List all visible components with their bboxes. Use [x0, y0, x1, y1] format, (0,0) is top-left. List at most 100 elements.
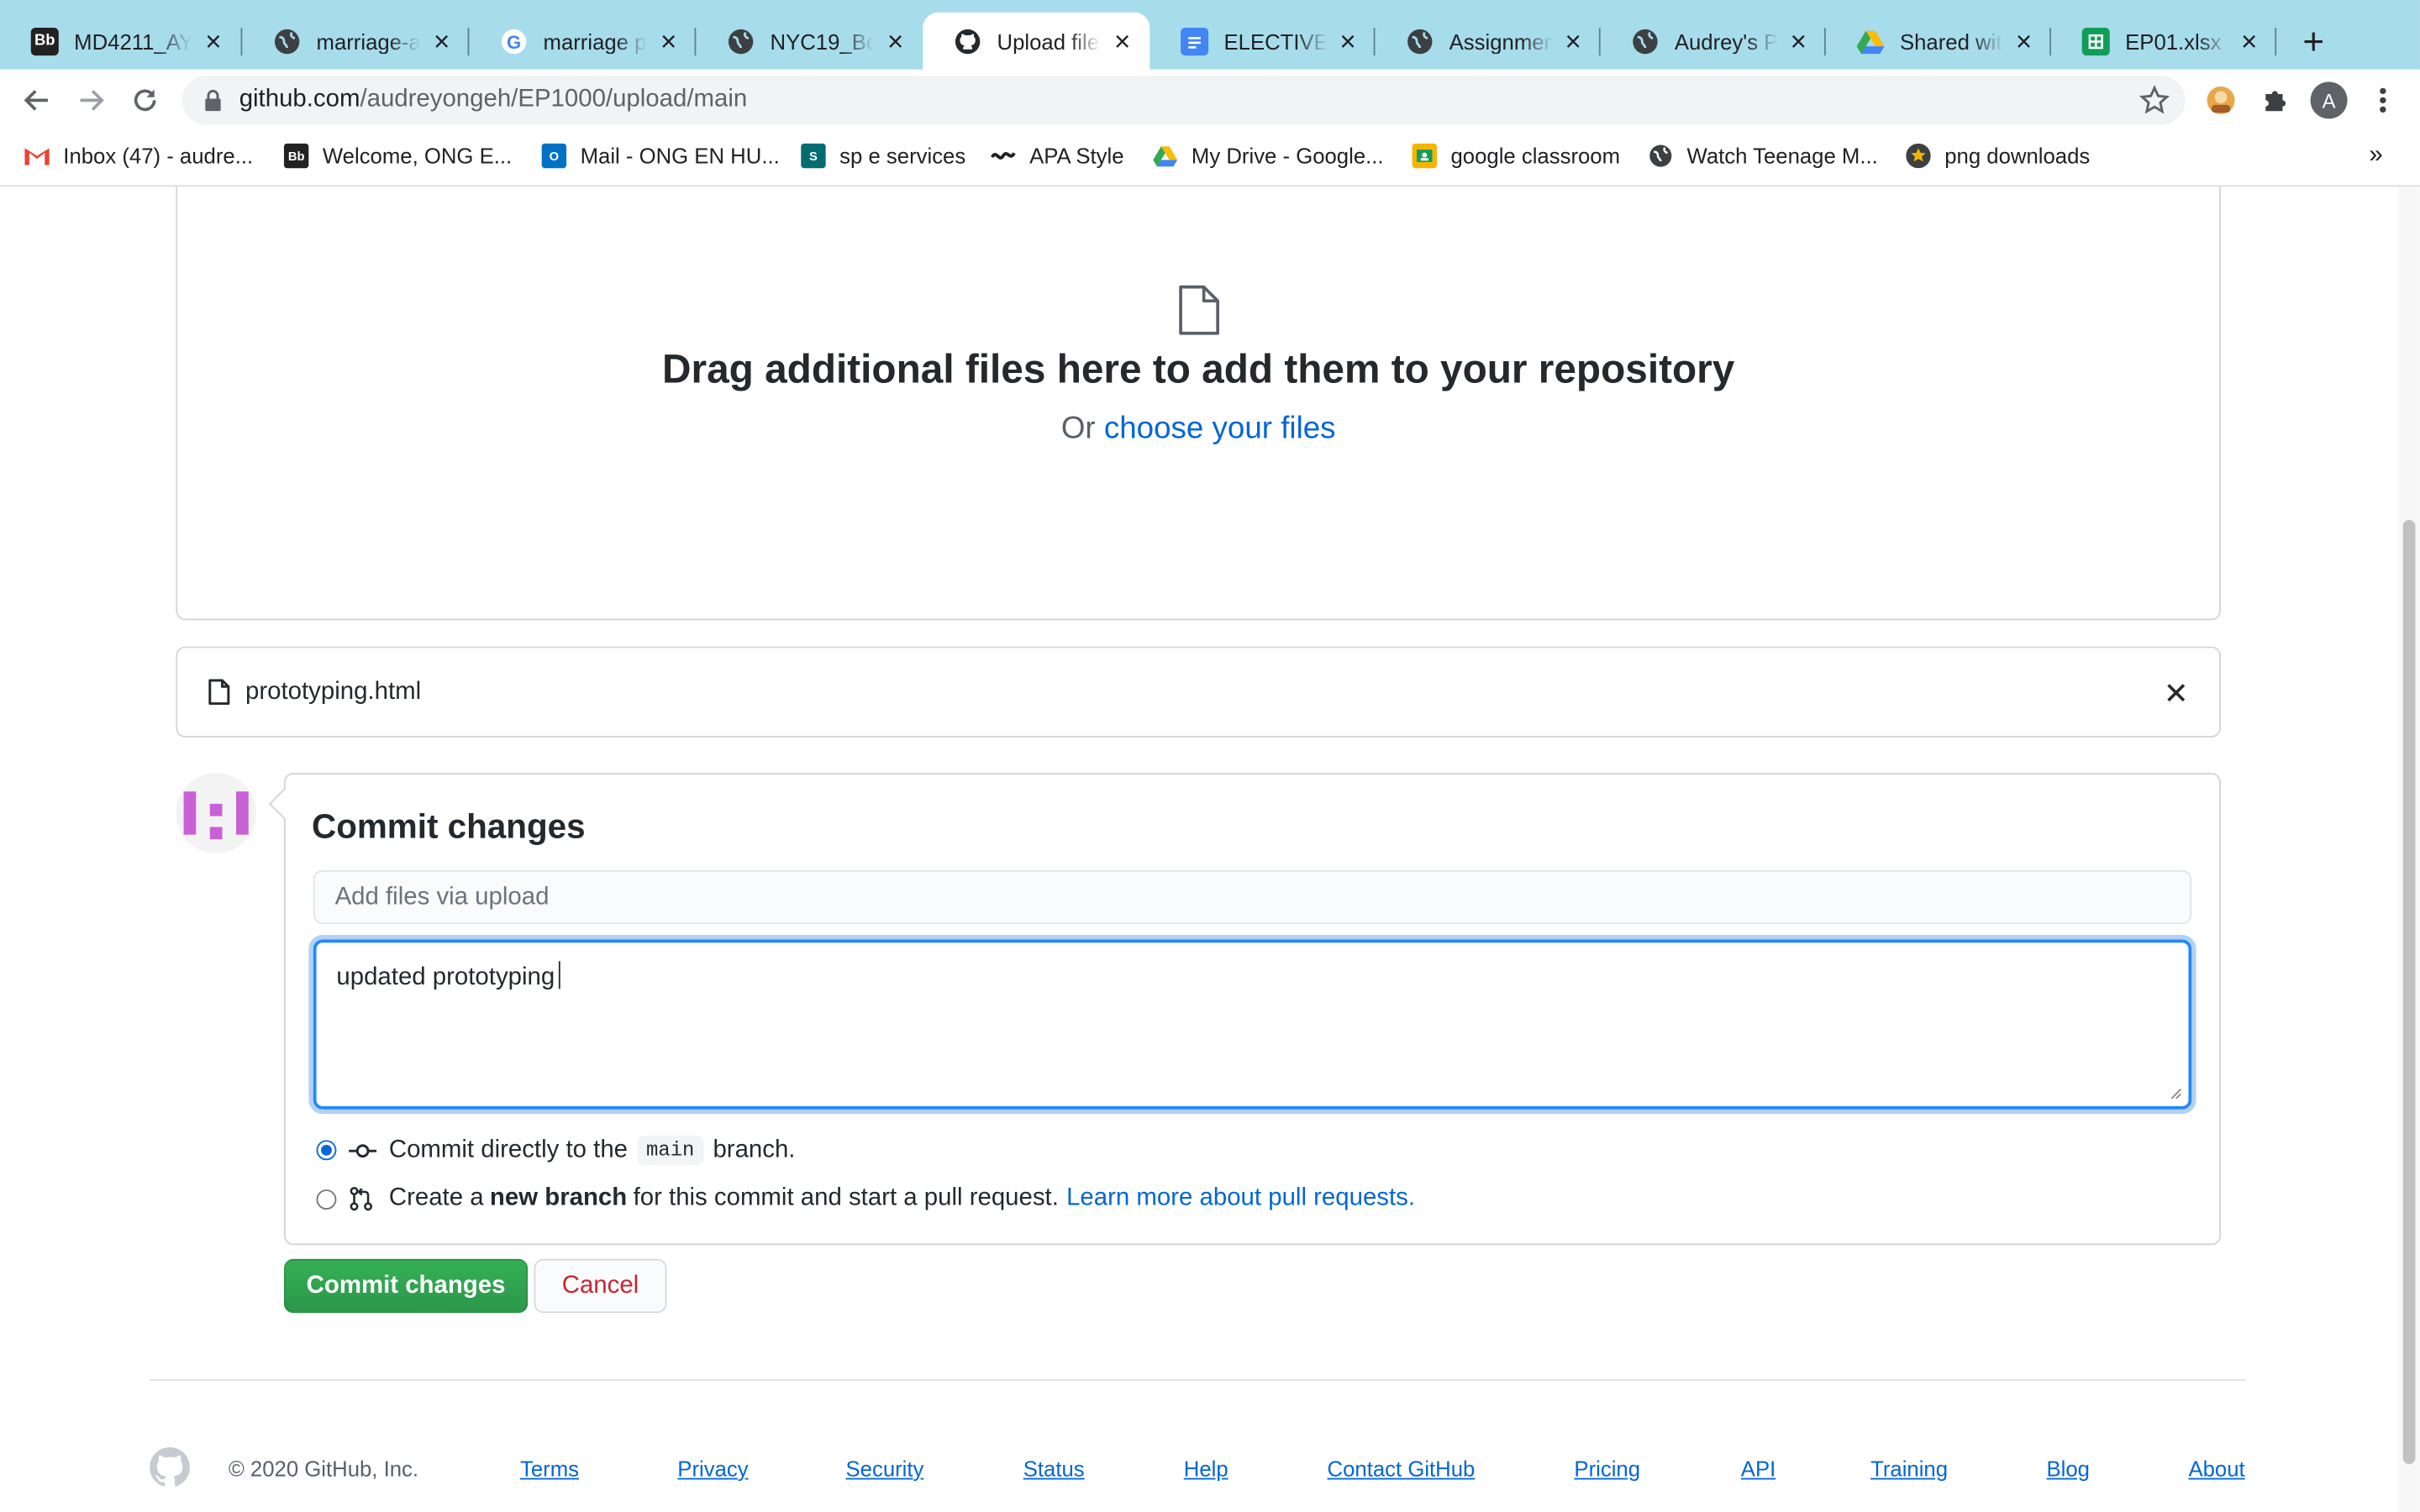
or-text: Or [1060, 412, 1096, 446]
close-tab-icon[interactable]: × [2012, 27, 2035, 55]
extension-avatar-icon[interactable] [2202, 81, 2239, 118]
close-icon [2167, 684, 2186, 702]
option-direct-suffix: branch. [713, 1136, 796, 1163]
google-drive-icon [1856, 27, 1885, 55]
tab-audreys-pro[interactable]: Audrey's Pro × [1601, 13, 1826, 70]
url-path: /audreyongeh/EP1000/upload/main [360, 86, 748, 113]
commit-description-textarea[interactable]: updated prototyping [313, 939, 2192, 1110]
google-sheets-icon [2081, 27, 2110, 55]
close-tab-icon[interactable]: × [2238, 27, 2261, 55]
address-bar[interactable]: github.com/audreyongeh/EP1000/upload/mai… [182, 75, 2186, 125]
bookmark-inbox[interactable]: Inbox (47) - audre... [24, 144, 253, 168]
footer-link-api[interactable]: API [1741, 1457, 1776, 1481]
lock-icon [205, 89, 221, 112]
footer-link-terms[interactable]: Terms [520, 1457, 579, 1481]
forward-button[interactable] [72, 81, 109, 118]
url-domain: github.com [239, 86, 360, 113]
apa-icon [991, 144, 1016, 168]
url-text: github.com/audreyongeh/EP1000/upload/mai… [239, 87, 748, 114]
arrow-left-icon [24, 90, 48, 111]
bookmark-welcome[interactable]: Bb Welcome, ONG E... [283, 143, 512, 169]
close-tab-icon[interactable]: × [1336, 27, 1360, 55]
file-icon [208, 679, 230, 706]
option-new-suffix: for this commit and start a pull request… [633, 1184, 1059, 1211]
github-mark-icon[interactable] [150, 1446, 190, 1488]
scrollbar-thumb[interactable] [2402, 519, 2416, 1465]
footer-link-about[interactable]: About [2188, 1457, 2244, 1481]
close-tab-icon[interactable]: × [1110, 27, 1134, 55]
choose-files-link[interactable]: choose your files [1104, 412, 1336, 445]
tab-assignment[interactable]: Assignment × [1375, 13, 1601, 70]
footer-link-help[interactable]: Help [1184, 1457, 1228, 1481]
option-commit-direct[interactable]: Commit directly to the main branch. [316, 1135, 796, 1165]
classroom-icon [1412, 143, 1437, 169]
resize-handle-icon[interactable] [2170, 1088, 2182, 1100]
close-tab-icon[interactable]: × [656, 27, 681, 55]
pull-request-icon [349, 1186, 376, 1211]
learn-more-pull-requests-link[interactable]: Learn more about pull requests. [1066, 1185, 1415, 1213]
footer-link-pricing[interactable]: Pricing [1574, 1457, 1640, 1481]
sharepoint-icon: S [801, 143, 826, 169]
footer-link-security[interactable]: Security [846, 1457, 924, 1481]
google-docs-icon [1181, 27, 1209, 55]
page-content: Drag additional files here to add them t… [0, 186, 2420, 1512]
footer-link-training[interactable]: Training [1870, 1457, 1948, 1481]
bookmark-star-icon[interactable] [2139, 85, 2170, 116]
close-tab-icon[interactable]: × [1786, 27, 1810, 55]
tab-marriage-psy[interactable]: G marriage psy × [469, 13, 697, 70]
menu-kebab-icon[interactable] [2365, 81, 2402, 118]
bookmark-my-drive[interactable]: My Drive - Google... [1153, 144, 1384, 168]
bookmark-png-downloads[interactable]: png downloads [1906, 143, 2090, 169]
close-tab-icon[interactable]: × [1561, 27, 1585, 55]
footer-link-blog[interactable]: Blog [2046, 1457, 2089, 1481]
outlook-icon: O [541, 143, 567, 169]
bookmark-mail[interactable]: O Mail - ONG EN HU... [541, 143, 780, 169]
tab-shared-with[interactable]: Shared with × [1826, 13, 2051, 70]
remove-file-button[interactable] [2160, 677, 2191, 708]
footer-link-privacy[interactable]: Privacy [677, 1457, 748, 1481]
radio-commit-direct[interactable] [316, 1140, 337, 1161]
bookmarks-bar: Inbox (47) - audre... Bb Welcome, ONG E.… [0, 131, 2420, 187]
extensions-puzzle-icon[interactable] [2256, 81, 2293, 118]
commit-description-text: updated prototyping [336, 963, 555, 991]
bookmark-google-classroom[interactable]: google classroom [1412, 143, 1620, 169]
branch-name: main [637, 1135, 704, 1165]
reload-icon [134, 89, 156, 112]
tab-ep01-xlsx[interactable]: EP01.xlsx - G × [2051, 13, 2277, 70]
commit-heading: Commit changes [312, 806, 586, 846]
close-tab-icon[interactable]: × [429, 27, 454, 55]
footer-divider [150, 1379, 2246, 1381]
close-tab-icon[interactable]: × [883, 27, 908, 55]
footer-link-status[interactable]: Status [1023, 1457, 1085, 1481]
upload-dropzone[interactable]: Drag additional files here to add them t… [176, 186, 2222, 621]
commit-changes-button[interactable]: Commit changes [283, 1258, 529, 1314]
bookmarks-overflow-button[interactable]: » [2369, 142, 2382, 170]
blackboard-icon: Bb [30, 27, 59, 55]
close-tab-icon[interactable]: × [200, 27, 227, 55]
commit-summary-input[interactable] [313, 869, 2192, 925]
tab-marriage-an[interactable]: marriage-an × [242, 13, 470, 70]
commit-form: Commit changes updated prototyping Commi… [268, 773, 2222, 1246]
dropzone-heading: Drag additional files here to add them t… [662, 345, 1735, 392]
globe-icon [1649, 144, 1673, 168]
tab-elective[interactable]: ELECTIVE D × [1150, 13, 1376, 70]
radio-new-branch[interactable] [316, 1189, 337, 1210]
uploaded-file-row: prototyping.html [176, 646, 2222, 738]
back-button[interactable] [18, 81, 55, 118]
bookmark-watch-teenage[interactable]: Watch Teenage M... [1649, 144, 1878, 168]
tab-md4211[interactable]: Bb MD4211_AY2 × [0, 13, 243, 70]
bookmark-apa-style[interactable]: APA Style [991, 144, 1124, 168]
tab-upload-files[interactable]: Upload files × [923, 12, 1150, 70]
reload-button[interactable] [127, 81, 164, 118]
cancel-button[interactable]: Cancel [534, 1258, 667, 1314]
scrollbar-track[interactable] [2398, 186, 2420, 1512]
option-new-branch[interactable]: Create a new branch for this commit and … [316, 1184, 1415, 1213]
tab-strip: Bb MD4211_AY2 × marriage-an × G marriage… [0, 0, 2420, 70]
file-icon [1179, 285, 1219, 335]
bookmark-sp-e-services[interactable]: S sp e services [801, 143, 965, 169]
profile-avatar[interactable]: A [2310, 81, 2348, 119]
option-new-bold: new branch [489, 1184, 628, 1211]
new-tab-button[interactable]: + [2295, 22, 2332, 65]
footer-link-contact[interactable]: Contact GitHub [1328, 1457, 1476, 1481]
tab-nyc19-book[interactable]: NYC19_Book × [696, 13, 923, 70]
